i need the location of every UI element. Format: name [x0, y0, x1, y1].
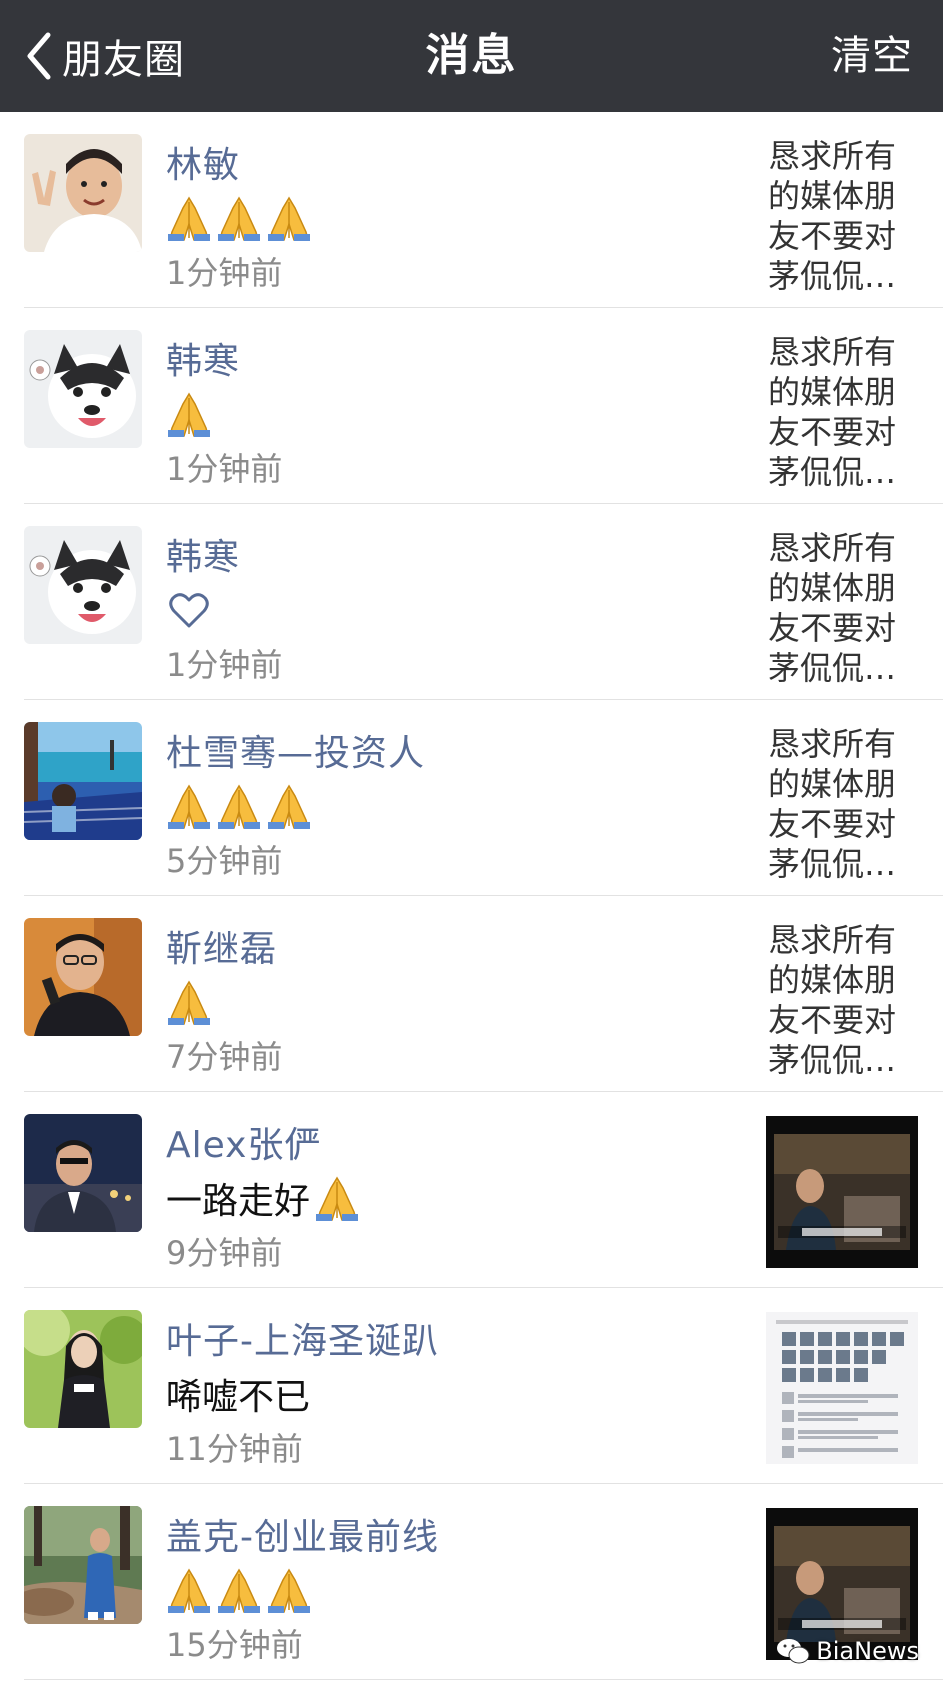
- post-snippet[interactable]: 恳求所有的媒体朋友不要对茅侃侃…: [768, 724, 908, 884]
- reaction-content: [166, 974, 216, 1030]
- folded-hands-icon: [218, 784, 260, 829]
- comment-text: 唏嘘不已: [166, 1377, 311, 1418]
- folded-hands-icon: [168, 784, 210, 829]
- message-row[interactable]: 叶子-上海圣诞趴 唏嘘不已 11分钟前: [0, 1288, 943, 1484]
- folded-hands-icon: [218, 196, 260, 241]
- avatar[interactable]: [24, 722, 142, 840]
- folded-hands-icon: [268, 784, 310, 829]
- sender-name[interactable]: 盖克-创业最前线: [166, 1508, 439, 1560]
- reaction-content: [166, 778, 316, 834]
- message-row[interactable]: Alex张俨 一路走好 9分钟前: [0, 1092, 943, 1288]
- sender-name[interactable]: Alex张俨: [166, 1116, 321, 1168]
- post-thumbnail[interactable]: [766, 1116, 918, 1268]
- timestamp: 15分钟前: [166, 1626, 303, 1664]
- reaction-content: [166, 190, 316, 246]
- avatar[interactable]: [24, 134, 142, 252]
- message-row[interactable]: 韩寒 1分钟前 恳求所有的媒体朋友不要对茅侃侃…: [0, 308, 943, 504]
- avatar[interactable]: [24, 330, 142, 448]
- message-row[interactable]: 靳继磊 7分钟前 恳求所有的媒体朋友不要对茅侃侃…: [0, 896, 943, 1092]
- watermark: BiaNews: [776, 1637, 919, 1665]
- watermark-text: BiaNews: [816, 1637, 919, 1665]
- post-thumbnail[interactable]: [766, 1312, 918, 1464]
- message-row[interactable]: 杜雪骞—投资人 5分钟前 恳求所有的媒体朋友不要对茅侃侃…: [0, 700, 943, 896]
- navigation-bar: 朋友圈 消息 清空: [0, 0, 943, 112]
- comment-content: 一路走好: [166, 1170, 364, 1226]
- post-snippet[interactable]: 恳求所有的媒体朋友不要对茅侃侃…: [768, 136, 908, 296]
- timestamp: 5分钟前: [166, 842, 283, 880]
- timestamp: 9分钟前: [166, 1234, 283, 1272]
- avatar[interactable]: [24, 1114, 142, 1232]
- sender-name[interactable]: 韩寒: [166, 332, 240, 384]
- reaction-content: [166, 582, 210, 638]
- message-row[interactable]: 韩寒 1分钟前 恳求所有的媒体朋友不要对茅侃侃…: [0, 504, 943, 700]
- avatar[interactable]: [24, 918, 142, 1036]
- folded-hands-icon: [218, 1568, 260, 1613]
- comment-content: 唏嘘不已: [166, 1366, 314, 1422]
- page-title: 消息: [425, 30, 518, 81]
- folded-hands-icon: [168, 980, 210, 1025]
- timestamp: 11分钟前: [166, 1430, 303, 1468]
- sender-name[interactable]: 林敏: [166, 136, 240, 188]
- timestamp: 1分钟前: [166, 450, 283, 488]
- message-list: 林敏 1分钟前 恳求所有的媒体朋友不要对茅侃侃… 韩寒 1分钟前 恳求所有的媒体…: [0, 112, 943, 1680]
- reaction-content: [166, 1562, 316, 1618]
- timestamp: 1分钟前: [166, 254, 283, 292]
- sender-name[interactable]: 叶子-上海圣诞趴: [166, 1312, 439, 1364]
- avatar[interactable]: [24, 526, 142, 644]
- sender-name[interactable]: 杜雪骞—投资人: [166, 724, 425, 776]
- avatar[interactable]: [24, 1310, 142, 1428]
- avatar[interactable]: [24, 1506, 142, 1624]
- sender-name[interactable]: 靳继磊: [166, 920, 277, 972]
- folded-hands-icon: [268, 196, 310, 241]
- timestamp: 1分钟前: [166, 646, 283, 684]
- wechat-icon: [777, 1639, 810, 1664]
- folded-hands-icon: [268, 1568, 310, 1613]
- folded-hands-icon: [168, 392, 210, 437]
- reaction-content: [166, 386, 216, 442]
- clear-button[interactable]: 清空: [831, 24, 913, 88]
- post-snippet[interactable]: 恳求所有的媒体朋友不要对茅侃侃…: [768, 920, 908, 1080]
- folded-hands-icon: [168, 196, 210, 241]
- comment-text: 一路走好: [166, 1181, 311, 1222]
- folded-hands-icon: [168, 1568, 210, 1613]
- post-snippet[interactable]: 恳求所有的媒体朋友不要对茅侃侃…: [768, 332, 908, 492]
- heart-outline-icon: [169, 593, 209, 628]
- sender-name[interactable]: 韩寒: [166, 528, 240, 580]
- message-row[interactable]: 林敏 1分钟前 恳求所有的媒体朋友不要对茅侃侃…: [0, 112, 943, 308]
- post-snippet[interactable]: 恳求所有的媒体朋友不要对茅侃侃…: [768, 528, 908, 688]
- folded-hands-icon: [316, 1176, 359, 1221]
- timestamp: 7分钟前: [166, 1038, 283, 1076]
